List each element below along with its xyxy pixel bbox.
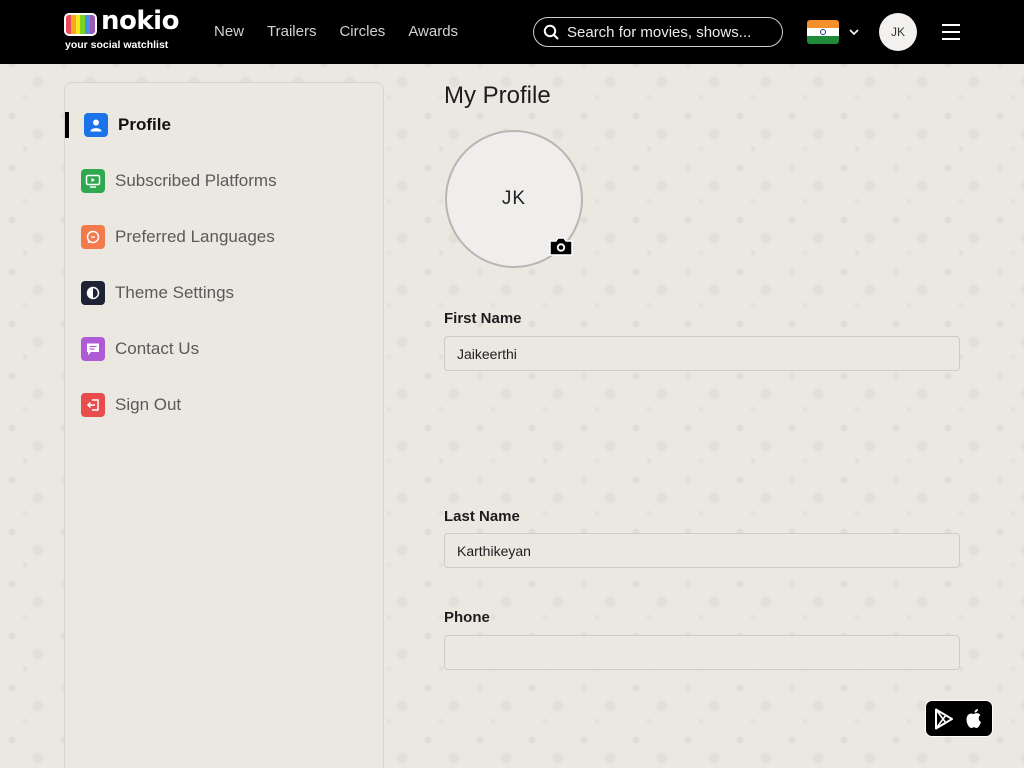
phone-input[interactable]	[444, 635, 960, 670]
sidebar-item-label: Theme Settings	[115, 283, 235, 302]
google-play-icon[interactable]	[934, 708, 954, 730]
nav-link-new[interactable]: New	[214, 23, 244, 40]
first-name-input[interactable]	[444, 336, 960, 371]
user-icon	[84, 113, 108, 137]
sidebar-item-label: Contact Us	[115, 339, 200, 358]
sidebar-item-subscribed-platforms[interactable]: Subscribed Platforms	[81, 167, 277, 195]
sidebar-item-label: Profile	[118, 115, 171, 134]
nav-link-trailers[interactable]: Trailers	[267, 23, 316, 40]
user-avatar[interactable]: JK	[879, 13, 917, 51]
sidebar-item-label: Sign Out	[115, 395, 182, 414]
sidebar-item-sign-out[interactable]: Sign Out	[81, 391, 181, 419]
sidebar-item-preferred-languages[interactable]: Preferred Languages	[81, 223, 275, 251]
search-input[interactable]	[567, 23, 767, 41]
theme-contrast-icon	[81, 281, 105, 305]
logo-tv-icon	[64, 13, 97, 36]
logo-tagline: your social watchlist	[65, 39, 169, 51]
camera-icon[interactable]	[548, 234, 574, 258]
logo-wordmark: nokio	[101, 6, 179, 36]
sidebar-item-label: Subscribed Platforms	[115, 171, 277, 190]
sidebar-item-contact-us[interactable]: Contact Us	[81, 335, 199, 363]
chevron-down-icon[interactable]	[848, 26, 860, 38]
nav-link-awards[interactable]: Awards	[408, 23, 458, 40]
search-icon	[543, 24, 559, 40]
india-flag-icon[interactable]	[807, 20, 839, 44]
sidebar-item-theme-settings[interactable]: Theme Settings	[81, 279, 234, 307]
language-bubble-icon	[81, 225, 105, 249]
page-title: My Profile	[444, 82, 551, 109]
phone-label: Phone	[444, 609, 490, 626]
active-indicator	[65, 112, 69, 138]
last-name-input[interactable]	[444, 533, 960, 568]
sign-out-icon	[81, 393, 105, 417]
tv-play-icon	[81, 169, 105, 193]
nokio-logo[interactable]: nokio your social watchlist	[64, 6, 179, 52]
sidebar-item-label: Preferred Languages	[115, 227, 275, 246]
app-download-badge[interactable]	[925, 700, 993, 737]
sidebar-item-profile[interactable]: Profile	[84, 111, 171, 139]
hamburger-menu-icon[interactable]	[941, 22, 961, 42]
apple-icon[interactable]	[964, 708, 984, 730]
last-name-label: Last Name	[444, 508, 520, 525]
nav-link-circles[interactable]: Circles	[339, 23, 385, 40]
search-bar[interactable]	[533, 17, 783, 47]
top-navigation-bar: nokio your social watchlist New Trailers…	[0, 0, 1024, 64]
settings-sidebar: Profile Subscribed Platforms Preferred L…	[64, 82, 384, 768]
message-icon	[81, 337, 105, 361]
main-nav: New Trailers Circles Awards	[214, 23, 481, 40]
first-name-label: First Name	[444, 310, 522, 327]
